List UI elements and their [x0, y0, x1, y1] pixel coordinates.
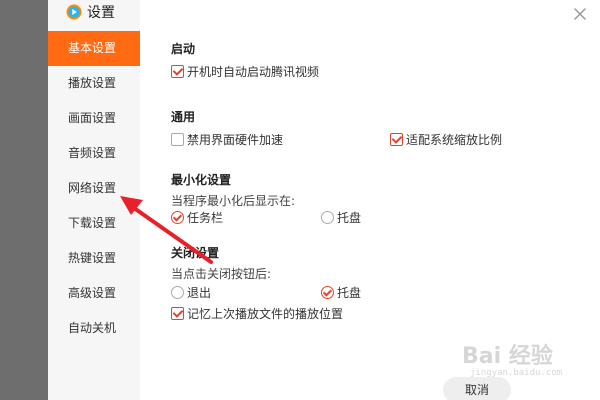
close-exit-radio[interactable] [171, 285, 184, 299]
sidebar-item-advanced[interactable]: 高级设置 [48, 276, 140, 311]
sidebar-item-network[interactable]: 网络设置 [48, 171, 140, 206]
sidebar-nav: 基本设置 播放设置 画面设置 音频设置 网络设置 下载设置 热键设置 高级设置 … [48, 31, 140, 346]
window-title-text: 设置 [87, 5, 115, 21]
disable-hw-checkbox[interactable] [171, 132, 184, 146]
fit-scale-checkbox[interactable] [390, 132, 403, 146]
sidebar-item-download[interactable]: 下载设置 [48, 206, 140, 241]
disable-hw-label: 禁用界面硬件加速 [187, 132, 284, 147]
minimize-taskbar-label: 任务栏 [187, 210, 224, 225]
disable-hw-option[interactable]: 禁用界面硬件加速 [171, 131, 283, 147]
minimize-prompt: 当程序最小化后显示在: [171, 194, 296, 208]
minimize-section-title: 最小化设置 [171, 173, 232, 187]
sidebar-item-audio[interactable]: 音频设置 [48, 136, 140, 171]
close-tray-radio[interactable] [321, 285, 334, 299]
fit-scale-label: 适配系统缩放比例 [406, 132, 503, 147]
sidebar-item-basic[interactable]: 基本设置 [48, 31, 140, 66]
close-exit-option[interactable]: 退出 [171, 284, 211, 300]
close-tray-option[interactable]: 托盘 [321, 284, 361, 300]
close-icon[interactable] [570, 4, 590, 24]
cancel-button[interactable]: 取消 [443, 377, 511, 400]
remember-position-label: 记忆上次播放文件的播放位置 [187, 306, 344, 321]
tencent-video-logo-icon [66, 4, 82, 20]
remember-position-option[interactable]: 记忆上次播放文件的播放位置 [171, 305, 343, 321]
sidebar-item-hotkey[interactable]: 热键设置 [48, 241, 140, 276]
fit-scale-option[interactable]: 适配系统缩放比例 [390, 131, 502, 147]
sidebar-item-playback[interactable]: 播放设置 [48, 66, 140, 101]
minimize-taskbar-option[interactable]: 任务栏 [171, 209, 223, 225]
auto-start-checkbox[interactable] [171, 64, 184, 78]
auto-start-label: 开机时自动启动腾讯视频 [187, 64, 320, 79]
baidu-watermark: Bai 经验 [462, 344, 553, 369]
auto-start-option[interactable]: 开机时自动启动腾讯视频 [171, 63, 319, 79]
minimize-tray-option[interactable]: 托盘 [321, 209, 361, 225]
minimize-tray-radio[interactable] [321, 210, 334, 224]
startup-section-title: 启动 [171, 42, 196, 56]
baidu-watermark-url: jingyan.baidu.com [470, 368, 563, 378]
sidebar: 设置 基本设置 播放设置 画面设置 音频设置 网络设置 下载设置 热键设置 高级… [48, 0, 140, 400]
close-exit-label: 退出 [187, 285, 212, 300]
close-prompt: 当点击关闭按钮后: [171, 267, 272, 281]
minimize-taskbar-radio[interactable] [171, 210, 184, 224]
minimize-tray-label: 托盘 [337, 210, 362, 225]
close-section-title: 关闭设置 [171, 246, 220, 260]
remember-position-checkbox[interactable] [171, 306, 184, 320]
sidebar-item-auto-shutdown[interactable]: 自动关机 [48, 311, 140, 346]
general-section-title: 通用 [171, 110, 196, 124]
close-tray-label: 托盘 [337, 285, 362, 300]
sidebar-item-picture[interactable]: 画面设置 [48, 101, 140, 136]
window-title: 设置 [66, 2, 115, 22]
